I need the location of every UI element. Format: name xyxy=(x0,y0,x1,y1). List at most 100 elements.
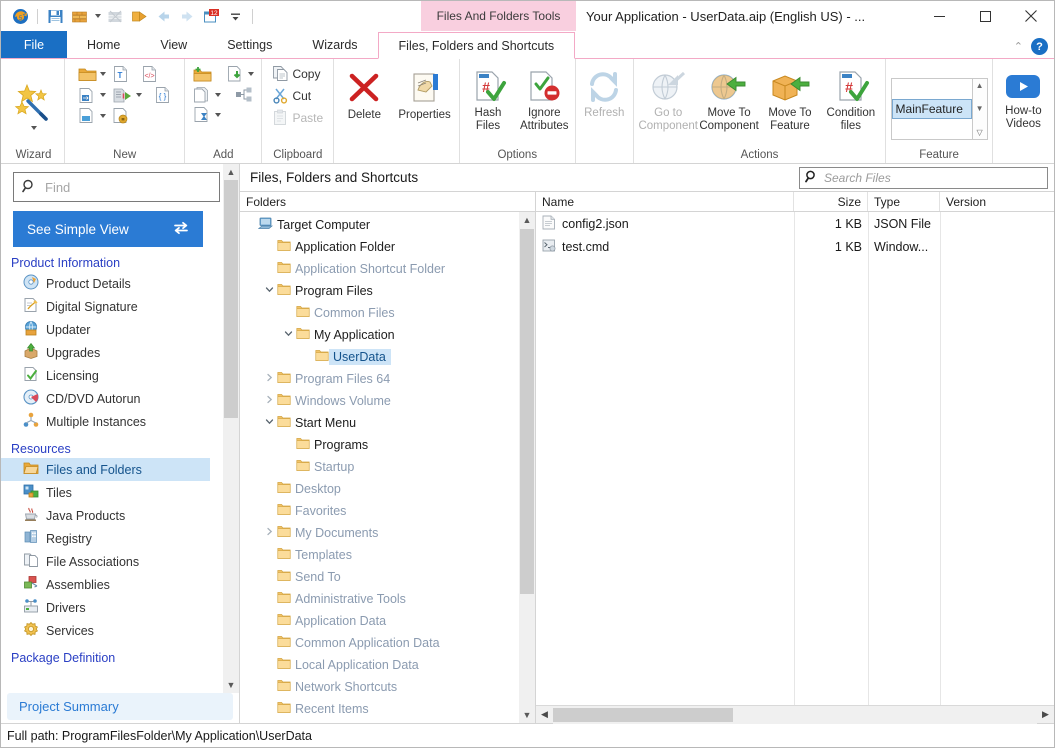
tree-item-program-files-64[interactable]: Program Files 64 xyxy=(240,368,535,390)
build-dropdown-caret[interactable] xyxy=(92,5,102,27)
sidebar-scroll-down-icon[interactable]: ▼ xyxy=(227,677,236,693)
copy-button[interactable]: Copy xyxy=(270,64,325,83)
build-icon[interactable] xyxy=(68,5,90,27)
collapse-ribbon-icon[interactable]: ⌃ xyxy=(1014,40,1023,53)
new-import-caret[interactable] xyxy=(136,93,143,97)
column-header-name[interactable]: Name xyxy=(536,192,794,211)
see-simple-view-button[interactable]: See Simple View xyxy=(13,211,203,247)
sidebar-item-licensing[interactable]: Licensing xyxy=(1,364,239,387)
close-button[interactable] xyxy=(1008,1,1054,31)
add-folder-button[interactable] xyxy=(191,65,214,84)
hscroll-right-icon[interactable]: ▶ xyxy=(1037,706,1054,724)
help-icon[interactable]: ? xyxy=(1031,38,1048,55)
chevron-down-icon[interactable] xyxy=(261,285,277,297)
search-files-box[interactable] xyxy=(799,167,1048,189)
tab-settings[interactable]: Settings xyxy=(207,31,292,58)
file-list-body[interactable]: config2.json 1 KB JSON File test.cmd 1 KB Win… xyxy=(536,212,1054,705)
feature-gallery-expand-icon[interactable]: ▽ xyxy=(976,128,982,137)
add-file-button[interactable] xyxy=(224,64,256,84)
add-files-button[interactable] xyxy=(191,85,223,104)
tree-item-my-application[interactable]: My Application xyxy=(240,324,535,346)
tree-item-application-folder[interactable]: Application Folder xyxy=(240,236,535,258)
sidebar-item-product-details[interactable]: Product Details xyxy=(1,272,239,295)
tree-item-my-documents[interactable]: My Documents xyxy=(240,522,535,544)
new-ini-file-button[interactable] xyxy=(76,106,108,125)
column-header-size[interactable]: Size xyxy=(794,192,868,211)
hscroll-track[interactable] xyxy=(553,705,1037,724)
feature-item-mainfeature[interactable]: MainFeature xyxy=(891,98,972,119)
chevron-right-icon[interactable] xyxy=(261,395,277,407)
maximize-button[interactable] xyxy=(962,1,1008,31)
tree-item-recent-items[interactable]: Recent Items xyxy=(240,698,535,720)
forward-arrow-icon[interactable] xyxy=(176,5,198,27)
sidebar-scroll-thumb[interactable] xyxy=(224,180,238,418)
add-component-button[interactable] xyxy=(233,85,256,104)
new-xml-file-button[interactable]: </> xyxy=(139,64,160,84)
sidebar-item-registry[interactable]: Registry xyxy=(1,527,239,550)
new-import-button[interactable] xyxy=(110,86,144,105)
tree-item-windows-volume[interactable]: Windows Volume xyxy=(240,390,535,412)
tree-scroll-down-icon[interactable]: ▼ xyxy=(523,707,532,723)
feature-list[interactable]: MainFeature xyxy=(890,77,973,140)
sidebar-item-tiles[interactable]: Tiles xyxy=(1,481,239,504)
find-box[interactable] xyxy=(13,172,223,202)
paste-button[interactable]: Paste xyxy=(270,108,325,127)
new-folder-button[interactable] xyxy=(76,65,108,84)
tree-item-templates[interactable]: Templates xyxy=(240,544,535,566)
sidebar-item-java-products[interactable]: Java Products xyxy=(1,504,239,527)
new-ini-caret[interactable] xyxy=(100,113,107,118)
condition-files-button[interactable]: # Condition files xyxy=(820,68,881,134)
tab-files-folders-shortcuts[interactable]: Files, Folders and Shortcuts xyxy=(377,32,576,59)
app-icon[interactable]: 5 xyxy=(9,5,31,27)
sidebar-item-assemblies[interactable]: Assemblies xyxy=(1,573,239,596)
tree-item-common-application-data[interactable]: Common Application Data xyxy=(240,632,535,654)
tree-item-administrative-tools[interactable]: Administrative Tools xyxy=(240,588,535,610)
run-icon[interactable] xyxy=(128,5,150,27)
chevron-down-icon[interactable] xyxy=(261,417,277,429)
column-header-type[interactable]: Type xyxy=(868,192,940,211)
tree-item-desktop[interactable]: Desktop xyxy=(240,478,535,500)
file-row[interactable]: test.cmd 1 KB Window... xyxy=(536,235,1054,258)
sidebar-item-files-and-folders[interactable]: Files and Folders xyxy=(1,458,210,481)
feature-scroll-down-icon[interactable]: ▼ xyxy=(976,104,984,113)
sidebar-item-updater[interactable]: Updater xyxy=(1,318,239,341)
feature-gallery-scrollbar[interactable]: ▲ ▼ ▽ xyxy=(972,77,988,140)
tree-item-program-files[interactable]: Program Files xyxy=(240,280,535,302)
wizard-button[interactable] xyxy=(7,80,61,132)
chevron-down-icon[interactable] xyxy=(280,329,296,341)
project-summary-button[interactable]: Project Summary xyxy=(7,693,233,720)
sidebar-item-cd-dvd-autorun[interactable]: CD/DVD Autorun xyxy=(1,387,239,410)
tree-item-favorites[interactable]: Favorites xyxy=(240,500,535,522)
sidebar-item-services[interactable]: Services xyxy=(1,619,239,642)
new-shortcut-caret[interactable] xyxy=(100,93,107,97)
tree-item-send-to[interactable]: Send To xyxy=(240,566,535,588)
save-icon[interactable] xyxy=(44,5,66,27)
file-list-horizontal-scrollbar[interactable]: ◀ ▶ xyxy=(536,705,1054,724)
refresh-button[interactable]: Refresh xyxy=(578,68,630,122)
wizard-dropdown-caret[interactable] xyxy=(31,125,37,130)
tree-scroll-thumb[interactable] xyxy=(520,229,534,594)
tab-file[interactable]: File xyxy=(1,31,67,58)
folder-tree[interactable]: Target Computer Application Folder Applica… xyxy=(240,212,535,723)
new-shortcut-button[interactable] xyxy=(76,86,108,105)
sidebar-item-upgrades[interactable]: Upgrades xyxy=(1,341,239,364)
how-to-videos-button[interactable]: How-to Videos xyxy=(997,70,1050,132)
tree-item-network-shortcuts[interactable]: Network Shortcuts xyxy=(240,676,535,698)
file-row[interactable]: config2.json 1 KB JSON File xyxy=(536,212,1054,235)
trial-days-icon[interactable]: 12 xyxy=(200,5,222,27)
hash-files-button[interactable]: # Hash Files xyxy=(462,68,514,134)
tree-item-userdata[interactable]: UserData xyxy=(240,346,535,368)
tab-wizards[interactable]: Wizards xyxy=(292,31,377,58)
properties-button[interactable]: Properties xyxy=(394,68,454,124)
new-text-file-button[interactable]: T xyxy=(110,64,131,84)
tree-item-local-application-data[interactable]: Local Application Data xyxy=(240,654,535,676)
tree-item-application-data[interactable]: Application Data xyxy=(240,610,535,632)
tab-home[interactable]: Home xyxy=(67,31,140,58)
chevron-right-icon[interactable] xyxy=(261,373,277,385)
new-folder-caret[interactable] xyxy=(100,72,107,76)
add-file-caret[interactable] xyxy=(247,72,254,76)
new-json-file-button[interactable]: { } xyxy=(152,85,173,105)
move-to-component-button[interactable]: Move To Component xyxy=(699,68,760,134)
move-to-feature-button[interactable]: Move To Feature xyxy=(760,68,821,134)
back-arrow-icon[interactable] xyxy=(152,5,174,27)
